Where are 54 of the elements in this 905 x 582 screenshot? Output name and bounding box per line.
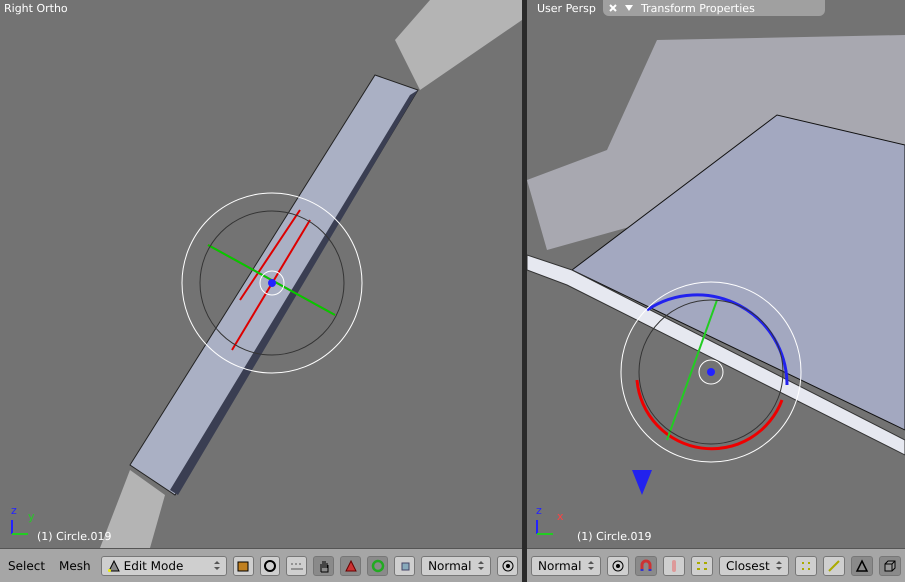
axis-label: z (536, 504, 542, 517)
option-dropdown[interactable]: Normal (421, 556, 492, 576)
spinner-arrows-icon (588, 561, 594, 570)
triangle-mesh-icon (108, 560, 120, 572)
axis-label: z (11, 504, 17, 517)
object-label: (1) Circle.019 (577, 530, 652, 543)
spinner-arrows-icon (478, 561, 484, 570)
toggle-button[interactable] (313, 556, 334, 576)
ring-icon (370, 558, 385, 572)
axis-icon (535, 520, 553, 536)
axis-label: x (557, 510, 564, 523)
mode-dropdown[interactable]: Edit Mode (100, 556, 227, 576)
toggle-button[interactable] (394, 556, 416, 576)
toggle-button[interactable] (851, 556, 873, 576)
cube-icon (236, 558, 250, 572)
object-label: (1) Circle.019 (37, 530, 112, 543)
toggle-button[interactable] (367, 556, 388, 576)
toggle-button[interactable] (635, 556, 657, 576)
triangle-outline-icon (855, 558, 869, 572)
view-label: User Persp (537, 2, 596, 15)
axis-icon (10, 520, 28, 536)
option-dropdown[interactable]: Normal (531, 556, 601, 576)
transform-gizmo[interactable] (180, 191, 364, 375)
toggle-button[interactable] (823, 556, 845, 576)
view-label: Right Ortho (4, 2, 68, 15)
toggle-button[interactable] (795, 556, 817, 576)
panel-title: Transform Properties (641, 2, 755, 14)
close-icon[interactable] (609, 4, 617, 12)
option-dropdown[interactable]: Closest (719, 556, 789, 576)
pivot-icon (263, 558, 277, 572)
spinner-arrows-icon (214, 561, 220, 570)
triangle-icon (344, 558, 358, 572)
toggle-button[interactable] (497, 556, 518, 576)
magnet-icon (639, 558, 653, 572)
spinner-arrows-icon (776, 561, 782, 570)
menu-item[interactable]: Mesh (55, 558, 95, 572)
toggle-button[interactable] (232, 556, 254, 576)
triangle-icon[interactable] (625, 4, 633, 12)
edge-icon (827, 558, 841, 572)
toggle-button[interactable] (260, 556, 280, 576)
toggle-button[interactable] (286, 556, 308, 576)
target-icon (500, 558, 515, 572)
viewport[interactable]: Right Ortho z y (1) Circle.019 (0, 0, 522, 548)
toggle-button[interactable] (879, 556, 901, 576)
toggle-button[interactable] (663, 556, 685, 576)
axis-label: y (28, 510, 35, 523)
menu-item[interactable]: Select (4, 558, 50, 572)
toggle-button[interactable] (607, 556, 629, 576)
cube-outline-icon (883, 558, 897, 572)
toggle-button[interactable] (691, 556, 713, 576)
toggle-button[interactable] (340, 556, 362, 576)
transform-gizmo[interactable] (619, 280, 803, 464)
target-icon (611, 558, 625, 572)
viewport[interactable]: User Persp Transform Properties z x (1) Circle.019 (527, 0, 905, 548)
